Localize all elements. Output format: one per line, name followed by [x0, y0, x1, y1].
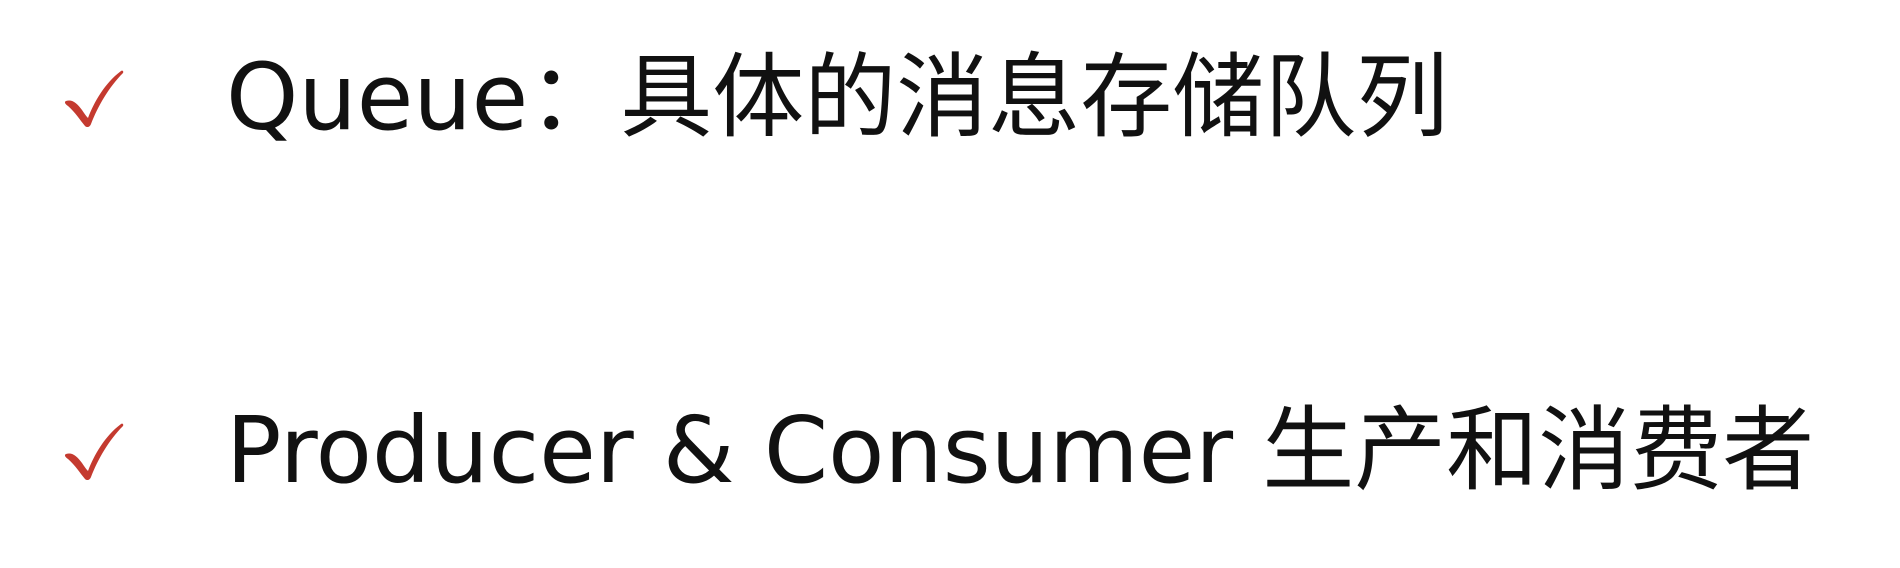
bullet-item-producer-consumer: Producer & Consumer 生产和消费者	[60, 405, 1814, 497]
bullet-item-queue: Queue：具体的消息存储队列	[60, 52, 1448, 144]
bullet-text: Producer & Consumer 生产和消费者	[226, 397, 1815, 504]
checkmark-icon	[60, 416, 128, 486]
slide: Queue：具体的消息存储队列 Producer & Consumer 生产和消…	[0, 0, 1900, 568]
bullet-text: Queue：具体的消息存储队列	[226, 44, 1449, 151]
checkmark-icon	[60, 63, 128, 133]
